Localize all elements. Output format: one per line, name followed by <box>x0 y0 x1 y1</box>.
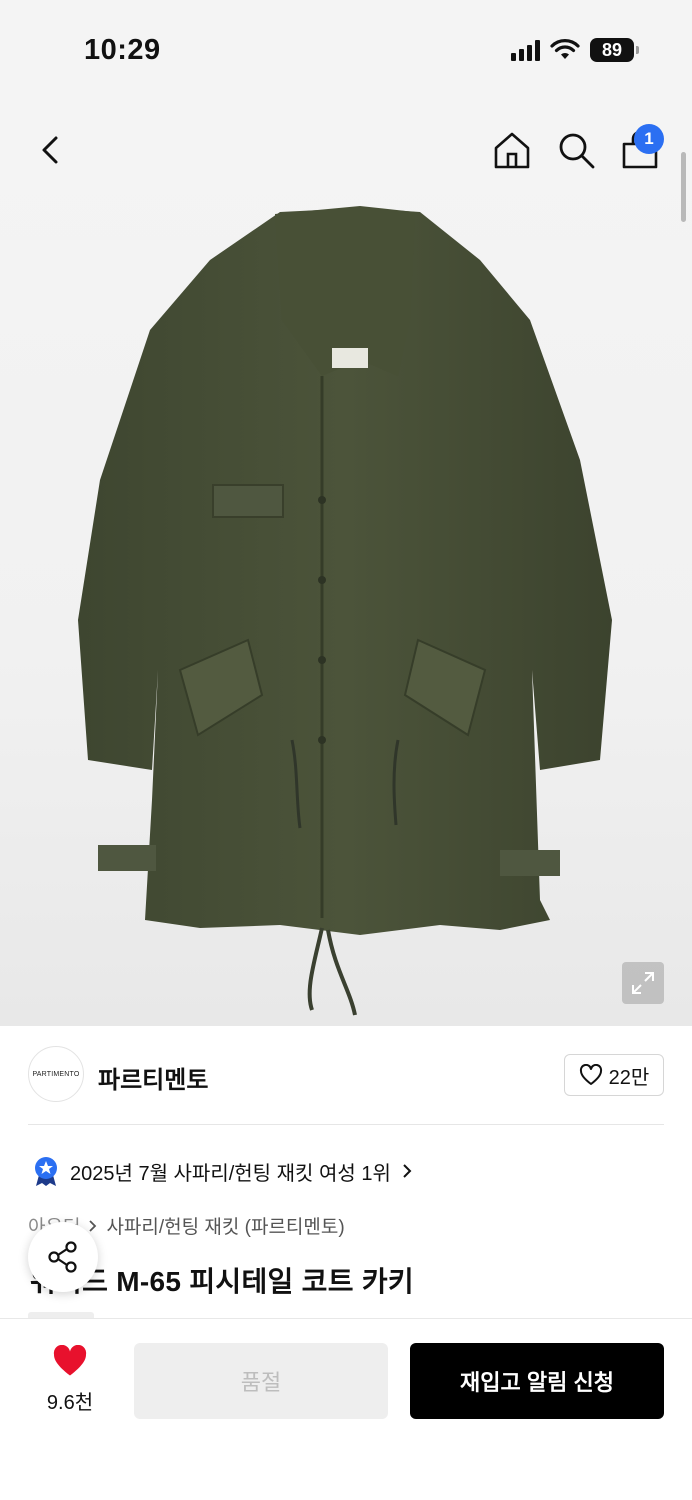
breadcrumb-subcategory[interactable]: 사파리/헌팅 재킷 (파르티멘토) <box>106 1212 344 1239</box>
expand-icon <box>632 972 654 994</box>
brand-logo[interactable]: PARTIMENTO <box>28 1046 84 1102</box>
expand-image-button[interactable] <box>622 962 664 1004</box>
chevron-right-icon <box>89 1219 97 1232</box>
battery-icon: 89 <box>590 38 639 62</box>
heart-outline-icon <box>579 1064 602 1085</box>
divider <box>28 1124 664 1125</box>
soldout-button[interactable]: 품절 <box>134 1343 388 1419</box>
cart-count-badge: 1 <box>634 124 664 154</box>
ranking-link[interactable]: 2025년 7월 사파리/헌팅 재킷 여성 1위 <box>32 1155 413 1187</box>
bottom-action-bar: 9.6천 품절 재입고 알림 신청 <box>0 1318 692 1500</box>
product-image-area[interactable]: 1 <box>0 100 692 1026</box>
share-icon <box>48 1241 77 1273</box>
status-icons: 89 <box>511 38 639 62</box>
cellular-signal-icon <box>511 39 540 61</box>
wifi-icon <box>550 39 580 59</box>
ranking-text: 2025년 7월 사파리/헌팅 재킷 여성 1위 <box>70 1162 391 1185</box>
share-button[interactable] <box>28 1222 98 1292</box>
brand-name[interactable]: 파르티멘토 <box>98 1060 208 1095</box>
scroll-indicator[interactable] <box>681 152 686 222</box>
restock-alert-button[interactable]: 재입고 알림 신청 <box>410 1343 664 1419</box>
back-arrow-icon[interactable] <box>36 130 66 170</box>
brand-like-count: 22만 <box>608 1066 650 1089</box>
brand-like-button[interactable]: 22만 <box>564 1054 664 1096</box>
brand-row[interactable]: PARTIMENTO 파르티멘토 22만 <box>28 1046 664 1104</box>
wishlist-button[interactable]: 9.6천 <box>34 1344 106 1415</box>
chevron-right-icon <box>403 1164 412 1178</box>
wishlist-count: 9.6천 <box>46 1392 94 1414</box>
product-image <box>78 206 612 1016</box>
heart-filled-icon <box>53 1344 87 1376</box>
ranking-badge-icon <box>35 1157 57 1186</box>
status-time: 10:29 <box>84 34 161 66</box>
top-nav: 1 <box>0 100 692 200</box>
status-bar: 10:29 89 <box>0 0 692 100</box>
search-icon[interactable] <box>556 130 596 170</box>
home-icon[interactable] <box>492 130 532 170</box>
